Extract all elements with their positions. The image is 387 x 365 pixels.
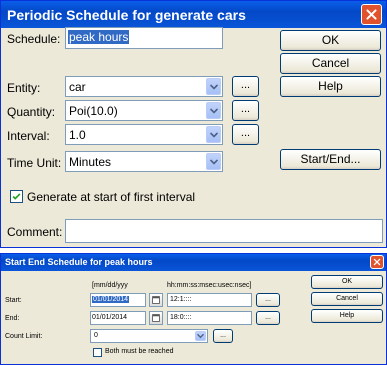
close-icon [366, 9, 377, 20]
entity-value: car [69, 80, 86, 94]
dialog-title: Periodic Schedule for generate cars [7, 7, 246, 23]
dialog-title-bar[interactable]: Periodic Schedule for generate cars [1, 1, 386, 28]
start-time-input[interactable]: 12:1:::: [167, 293, 252, 307]
start-end-schedule-dialog: Start End Schedule for peak hours [mm/dd… [0, 253, 387, 365]
time-unit-value: Minutes [69, 155, 112, 169]
count-limit-dropdown-button[interactable] [195, 331, 206, 341]
count-limit-combo[interactable]: 0 [90, 329, 208, 343]
start-date-text: 01/01/2014 [92, 296, 130, 303]
start-end-button[interactable]: Start/End... [280, 149, 381, 170]
quantity-combo[interactable]: Poi(10.0) [65, 100, 223, 121]
schedule-label: Schedule: [7, 32, 61, 46]
end-calendar-button[interactable] [149, 311, 163, 325]
time-format-header: hh:mm:ss:msec:usec:nsec] [167, 282, 252, 289]
schedule-name-input[interactable]: peak hours [65, 27, 223, 49]
count-limit-browse-button[interactable]: ... [213, 329, 233, 343]
cancel-button[interactable]: Cancel [311, 292, 383, 306]
entity-combo[interactable]: car [65, 76, 223, 97]
interval-browse-button[interactable]: ... [232, 124, 259, 145]
end-label: End: [5, 315, 20, 322]
chevron-down-icon [197, 333, 204, 339]
chevron-down-icon [210, 107, 218, 114]
schedule-name-text: peak hours [68, 30, 130, 44]
start-calendar-button[interactable] [149, 293, 163, 307]
entity-browse-button[interactable]: ... [232, 76, 259, 97]
calendar-icon [152, 296, 160, 304]
entity-dropdown-button[interactable] [206, 78, 221, 95]
close-button[interactable] [370, 255, 384, 269]
chevron-down-icon [210, 158, 218, 165]
ok-button[interactable]: OK [311, 275, 383, 289]
end-time-input[interactable]: 18:0:::: [167, 311, 252, 325]
count-limit-value: 0 [94, 332, 98, 339]
quantity-label: Quantity: [7, 105, 56, 119]
time-unit-combo[interactable]: Minutes [65, 151, 223, 172]
both-must-be-reached-label: Both must be reached [105, 348, 174, 355]
chevron-down-icon [210, 83, 218, 90]
calendar-icon [152, 314, 160, 322]
generate-first-interval-label: Generate at start of first interval [27, 190, 196, 204]
time-unit-dropdown-button[interactable] [206, 153, 221, 170]
close-button[interactable] [361, 4, 382, 25]
help-button[interactable]: Help [311, 309, 383, 323]
checkmark-icon [12, 193, 21, 200]
entity-label: Entity: [7, 81, 41, 95]
quantity-browse-button[interactable]: ... [232, 100, 259, 121]
end-time-browse-button[interactable]: ... [256, 311, 280, 325]
date-format-header: [mm/dd/yyy [92, 282, 128, 289]
start-time-browse-button[interactable]: ... [256, 293, 280, 307]
interval-combo[interactable]: 1.0 [65, 124, 223, 145]
interval-value: 1.0 [69, 128, 86, 142]
quantity-dropdown-button[interactable] [206, 102, 221, 119]
both-must-be-reached-checkbox[interactable] [93, 348, 102, 357]
quantity-value: Poi(10.0) [69, 104, 118, 118]
ok-button[interactable]: OK [280, 30, 381, 51]
chevron-down-icon [210, 131, 218, 138]
interval-label: Interval: [7, 129, 50, 143]
dialog-title-bar[interactable]: Start End Schedule for peak hours [1, 254, 386, 271]
end-date-input[interactable]: 01/01/2014 [90, 311, 146, 325]
comment-input[interactable] [65, 219, 383, 243]
close-icon [373, 258, 381, 266]
comment-label: Comment: [7, 225, 63, 239]
dialog-title: Start End Schedule for peak hours [5, 257, 153, 267]
cancel-button[interactable]: Cancel [280, 53, 381, 74]
periodic-schedule-dialog: Periodic Schedule for generate cars Sche… [0, 0, 387, 248]
time-unit-label: Time Unit: [7, 156, 62, 170]
help-button[interactable]: Help [280, 76, 381, 97]
start-label: Start: [5, 297, 22, 304]
interval-dropdown-button[interactable] [206, 126, 221, 143]
start-date-input[interactable]: 01/01/2014 [90, 293, 146, 307]
count-limit-label: Count Limit: [5, 333, 43, 340]
generate-first-interval-checkbox[interactable] [10, 190, 23, 203]
